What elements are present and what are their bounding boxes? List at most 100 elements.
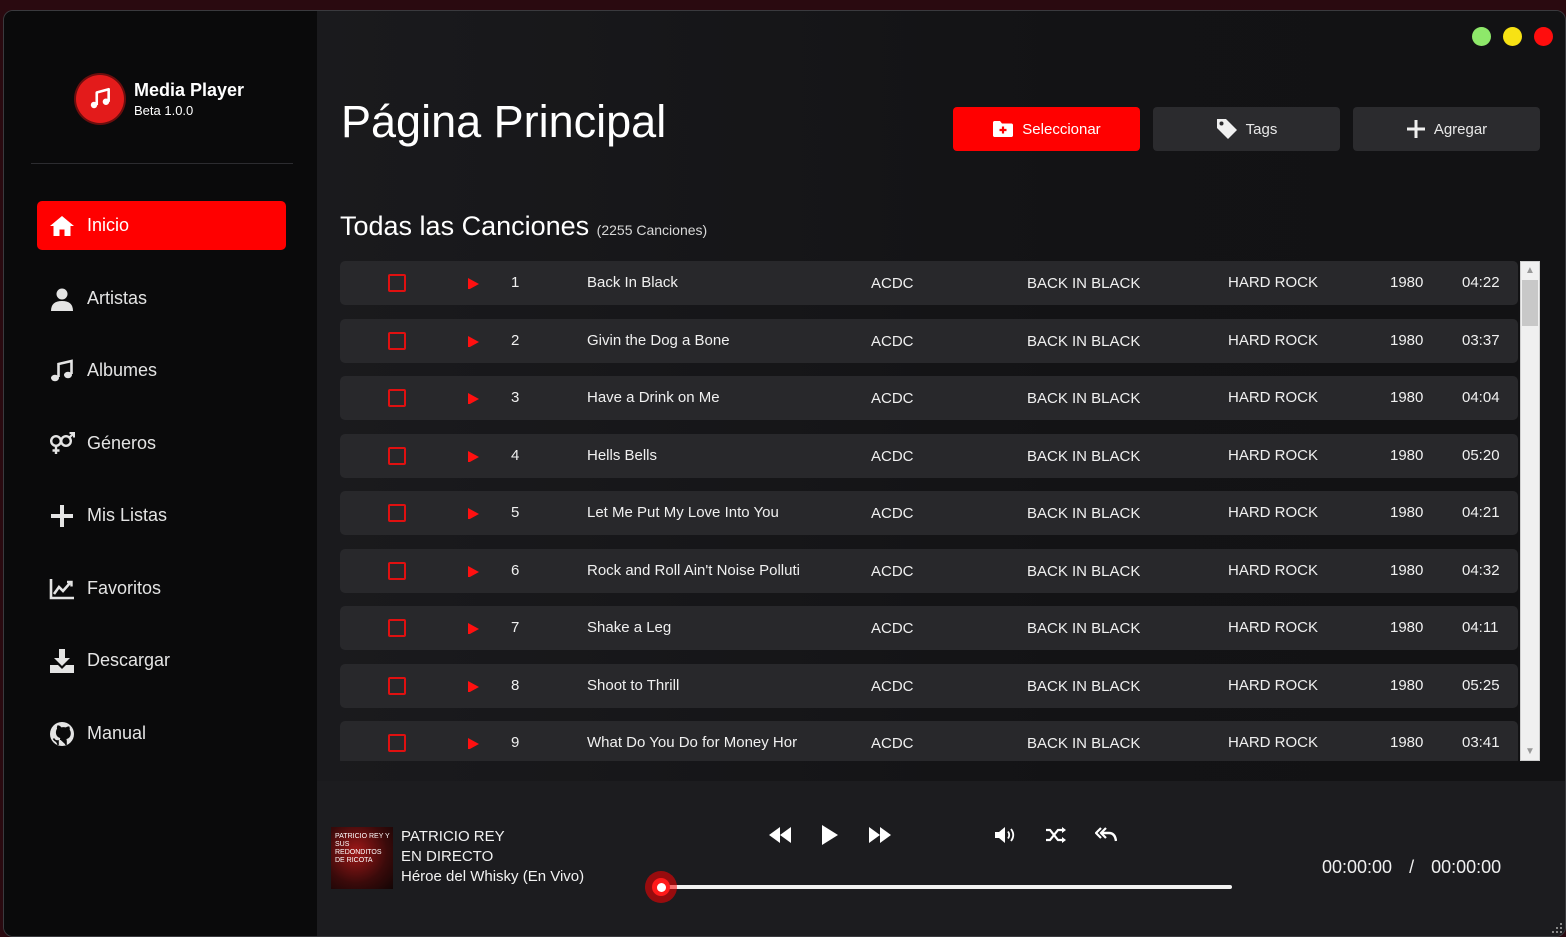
play-icon[interactable] bbox=[467, 622, 479, 634]
song-artist: ACDC bbox=[871, 275, 914, 292]
song-duration: 04:22 bbox=[1462, 274, 1500, 291]
sidebar: Media Player Beta 1.0.0 Inicio Artistas … bbox=[4, 11, 317, 936]
sidebar-item-mis-listas[interactable]: Mis Listas bbox=[37, 491, 286, 540]
current-time: 00:00:00 bbox=[1322, 857, 1393, 877]
gender-icon bbox=[49, 431, 75, 457]
select-checkbox[interactable] bbox=[388, 274, 406, 292]
song-album: BACK IN BLACK bbox=[1027, 562, 1141, 580]
sidebar-item-manual[interactable]: Manual bbox=[37, 709, 286, 758]
add-button[interactable]: Agregar bbox=[1353, 107, 1540, 151]
song-row[interactable]: 5 Let Me Put My Love Into You ACDC BACK IN … bbox=[340, 491, 1518, 535]
song-title: Have a Drink on Me bbox=[587, 389, 720, 406]
sidebar-item-inicio[interactable]: Inicio bbox=[37, 201, 286, 250]
sidebar-item-albumes[interactable]: Albumes bbox=[37, 346, 286, 395]
album-cover: PATRICIO REY Y SUS REDONDITOS DE RICOTA bbox=[331, 827, 393, 889]
tags-button-label: Tags bbox=[1245, 120, 1278, 138]
sidebar-item-descargar[interactable]: Descargar bbox=[37, 636, 286, 685]
volume-icon bbox=[995, 827, 1015, 843]
song-row[interactable]: 4 Hells Bells ACDC BACK IN BLACK HARD ROCK 19… bbox=[340, 433, 1518, 478]
select-checkbox[interactable] bbox=[388, 734, 406, 752]
select-checkbox[interactable] bbox=[388, 561, 406, 580]
select-checkbox[interactable] bbox=[388, 619, 406, 637]
song-genre: HARD ROCK bbox=[1228, 561, 1319, 579]
song-genre: HARD ROCK bbox=[1228, 504, 1319, 521]
song-duration: 05:25 bbox=[1462, 676, 1500, 694]
song-genre: HARD ROCK bbox=[1228, 619, 1319, 636]
song-artist: ACDC bbox=[871, 735, 914, 752]
scroll-thumb[interactable] bbox=[1522, 280, 1538, 326]
song-artist: ACDC bbox=[871, 447, 914, 465]
sidebar-item-generos[interactable]: Géneros bbox=[37, 419, 286, 468]
progress-handle[interactable] bbox=[645, 871, 677, 903]
total-time: 00:00:00 bbox=[1431, 857, 1502, 877]
song-list-scrollbar[interactable]: ▲ ▼ bbox=[1520, 261, 1540, 761]
sidebar-item-label: Inicio bbox=[87, 215, 130, 235]
sidebar-item-label: Favoritos bbox=[87, 578, 162, 598]
close-button[interactable] bbox=[1534, 27, 1553, 46]
music-note-icon bbox=[49, 358, 75, 384]
volume-button[interactable] bbox=[991, 821, 1021, 849]
maximize-button[interactable] bbox=[1472, 27, 1491, 46]
song-number: 1 bbox=[511, 274, 520, 291]
play-icon bbox=[822, 825, 838, 845]
song-album: BACK IN BLACK bbox=[1027, 620, 1141, 637]
sidebar-item-label: Mis Listas bbox=[87, 505, 168, 525]
play-icon[interactable] bbox=[467, 450, 479, 462]
play-icon[interactable] bbox=[467, 680, 479, 692]
play-button[interactable] bbox=[817, 821, 843, 849]
song-row[interactable]: 3 Have a Drink on Me ACDC BACK IN BLACK HARD… bbox=[340, 376, 1518, 420]
select-checkbox[interactable] bbox=[388, 676, 406, 695]
song-row[interactable]: 2 Givin the Dog a Bone ACDC BACK IN BLACK HA… bbox=[340, 318, 1518, 363]
fast-forward-button[interactable] bbox=[865, 821, 895, 849]
scroll-up-icon[interactable]: ▲ bbox=[1521, 262, 1539, 279]
song-year: 1980 bbox=[1390, 504, 1424, 521]
select-checkbox[interactable] bbox=[388, 331, 406, 350]
song-duration: 04:11 bbox=[1462, 619, 1499, 636]
sidebar-item-label: Albumes bbox=[87, 360, 158, 380]
rewind-button[interactable] bbox=[765, 821, 795, 849]
song-row[interactable]: 7 Shake a Leg ACDC BACK IN BLACK HARD ROCK 19… bbox=[340, 606, 1518, 650]
download-icon bbox=[49, 648, 75, 674]
song-row[interactable]: 8 Shoot to Thrill ACDC BACK IN BLACK HARD RO… bbox=[340, 663, 1518, 708]
repeat-button[interactable] bbox=[1091, 821, 1121, 849]
play-icon[interactable] bbox=[467, 507, 479, 519]
play-icon[interactable] bbox=[467, 392, 479, 404]
page-title: Página Principal bbox=[341, 96, 667, 147]
sidebar-item-label: Manual bbox=[87, 723, 147, 743]
song-row[interactable]: 9 What Do You Do for Money Hor ACDC BACK IN… bbox=[340, 721, 1518, 761]
now-playing-album: EN DIRECTO bbox=[401, 848, 494, 865]
tags-button[interactable]: Tags bbox=[1153, 107, 1340, 151]
sidebar-divider bbox=[31, 163, 293, 164]
progress-bar[interactable] bbox=[660, 885, 1232, 889]
minimize-button[interactable] bbox=[1503, 27, 1522, 46]
sidebar-item-label: Artistas bbox=[87, 288, 148, 308]
select-checkbox[interactable] bbox=[388, 446, 406, 465]
play-icon[interactable] bbox=[467, 335, 479, 347]
select-checkbox[interactable] bbox=[388, 389, 406, 407]
song-year: 1980 bbox=[1390, 561, 1424, 579]
resize-grip-icon[interactable] bbox=[1550, 921, 1562, 933]
song-artist: ACDC bbox=[871, 390, 914, 407]
sidebar-item-favoritos[interactable]: Favoritos bbox=[37, 564, 286, 613]
fast-forward-icon bbox=[869, 827, 891, 843]
song-duration: 05:20 bbox=[1462, 446, 1500, 464]
play-icon[interactable] bbox=[467, 737, 479, 749]
song-row[interactable]: 6 Rock and Roll Ain't Noise Polluti ACDC BA… bbox=[340, 548, 1518, 593]
reply-all-icon bbox=[1095, 827, 1117, 842]
play-icon[interactable] bbox=[467, 565, 479, 577]
song-year: 1980 bbox=[1390, 389, 1424, 406]
window-controls bbox=[1472, 27, 1553, 46]
scroll-down-icon[interactable]: ▼ bbox=[1521, 743, 1539, 760]
sidebar-item-artistas[interactable]: Artistas bbox=[37, 274, 286, 323]
rewind-icon bbox=[769, 827, 791, 843]
select-button[interactable]: Seleccionar bbox=[953, 107, 1140, 151]
song-title: Back In Black bbox=[587, 274, 678, 291]
select-checkbox[interactable] bbox=[388, 504, 406, 522]
song-row[interactable]: 1 Back In Black ACDC BACK IN BLACK HARD ROCK… bbox=[340, 261, 1518, 305]
music-note-logo-icon bbox=[76, 75, 124, 123]
song-year: 1980 bbox=[1390, 734, 1424, 751]
tag-icon bbox=[1216, 118, 1238, 140]
shuffle-button[interactable] bbox=[1041, 821, 1071, 849]
songs-section-title: Todas las Canciones (2255 Canciones) bbox=[340, 209, 707, 247]
play-icon[interactable] bbox=[467, 277, 479, 289]
